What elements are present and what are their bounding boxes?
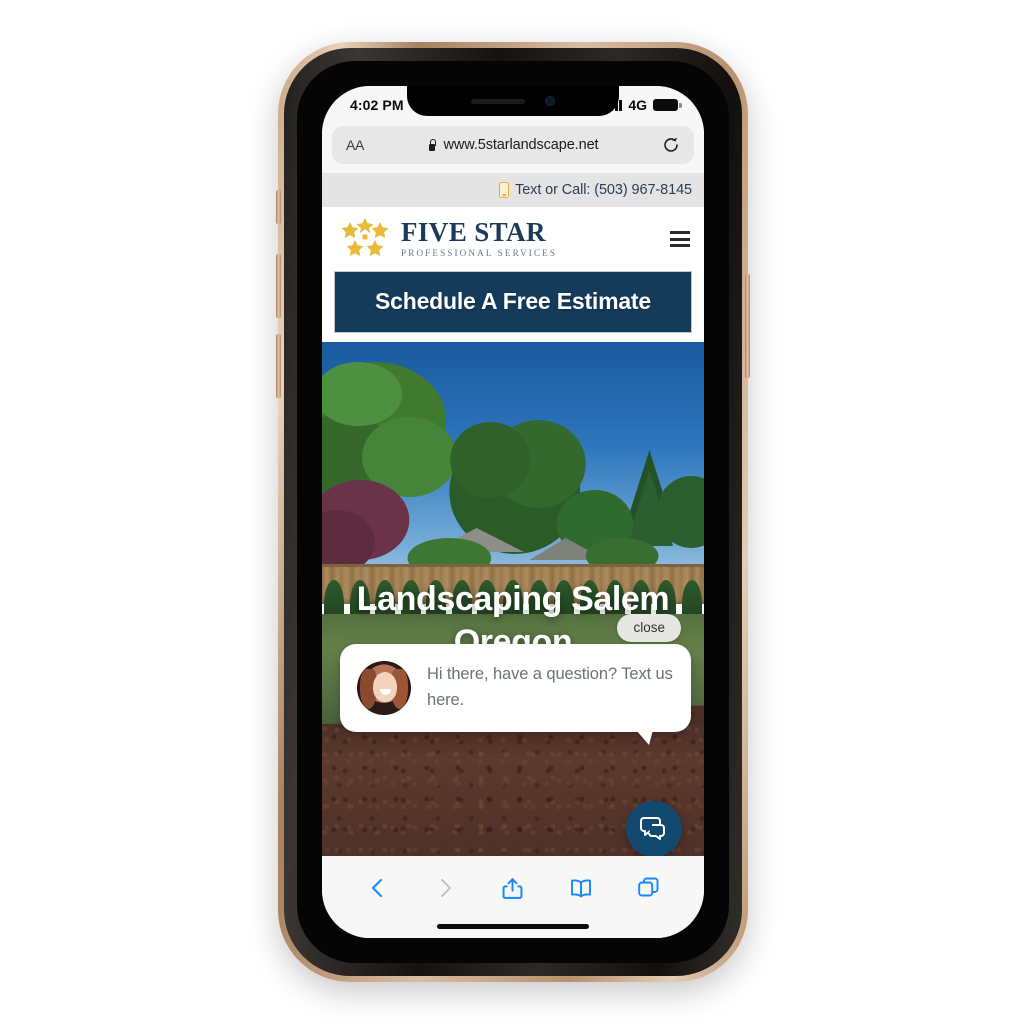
screenshot-stage: 4:02 PM 4G AA www.5starlandscape.net Tex… [0, 0, 1024, 1024]
schedule-estimate-button[interactable]: Schedule A Free Estimate [334, 271, 692, 333]
page-settings-button[interactable]: AA [346, 137, 364, 153]
forward-button[interactable] [432, 875, 458, 901]
power-button[interactable] [745, 274, 750, 378]
chat-launcher-button[interactable] [626, 801, 682, 857]
tabs-button[interactable] [635, 875, 661, 901]
chat-message-bubble[interactable]: Hi there, have a question? Text us here. [340, 644, 691, 745]
url-bar[interactable]: AA www.5starlandscape.net [332, 126, 694, 164]
battery-icon [653, 99, 682, 111]
phone-bezel: 4:02 PM 4G AA www.5starlandscape.net Tex… [284, 48, 742, 976]
chevron-right-icon [441, 879, 452, 897]
mobile-phone-icon [499, 182, 510, 198]
browser-bottom-toolbar [322, 856, 704, 938]
logo-tagline: Professional Services [401, 248, 558, 259]
logo-wordmark: Five Star Professional Services [401, 219, 557, 258]
browser-url-bar-container: AA www.5starlandscape.net [322, 124, 704, 173]
bookmarks-button[interactable] [568, 875, 594, 901]
front-camera-icon [545, 96, 555, 106]
volume-up-button[interactable] [276, 254, 281, 318]
chat-bubbles-icon [640, 817, 665, 840]
chat-message-text: Hi there, have a question? Text us here. [427, 665, 673, 709]
logo-name: Five Star [401, 217, 546, 248]
silent-switch-button[interactable] [276, 190, 281, 224]
reload-icon[interactable] [662, 136, 680, 154]
hero-tree-line [322, 342, 704, 602]
url-display: www.5starlandscape.net [332, 137, 694, 153]
agent-avatar [357, 661, 411, 715]
share-button[interactable] [500, 875, 526, 901]
network-type-label: 4G [628, 97, 647, 113]
phone-screen: 4:02 PM 4G AA www.5starlandscape.net Tex… [322, 86, 704, 938]
hero-section: Landscaping Salem Oregon close Hi there,… [322, 342, 704, 887]
site-header: Five Star Professional Services [322, 207, 704, 271]
device-notch [407, 86, 619, 116]
cta-container: Schedule A Free Estimate [322, 271, 704, 342]
book-icon [570, 879, 591, 898]
earpiece-speaker-icon [471, 98, 525, 104]
hamburger-menu-icon[interactable] [670, 231, 690, 247]
tabs-icon [638, 877, 659, 897]
site-topbar: Text or Call: (503) 967-8145 [322, 173, 704, 207]
lock-icon [428, 139, 437, 151]
phone-inner-ring: 4:02 PM 4G AA www.5starlandscape.net Tex… [297, 61, 729, 963]
url-text: www.5starlandscape.net [443, 137, 599, 153]
status-time: 4:02 PM [350, 97, 404, 113]
home-indicator [437, 924, 589, 929]
chat-close-button[interactable]: close [617, 614, 681, 642]
site-logo[interactable]: Five Star Professional Services [338, 218, 557, 260]
website-content: Text or Call: (503) 967-8145 FIVE STAR P… [322, 173, 704, 887]
volume-down-button[interactable] [276, 334, 281, 398]
chevron-left-icon [371, 879, 382, 897]
share-icon [503, 877, 523, 899]
five-star-logo-icon [338, 218, 392, 260]
contact-phone-text[interactable]: Text or Call: (503) 967-8145 [515, 182, 692, 198]
phone-device-frame: 4:02 PM 4G AA www.5starlandscape.net Tex… [276, 42, 750, 982]
back-button[interactable] [365, 875, 391, 901]
